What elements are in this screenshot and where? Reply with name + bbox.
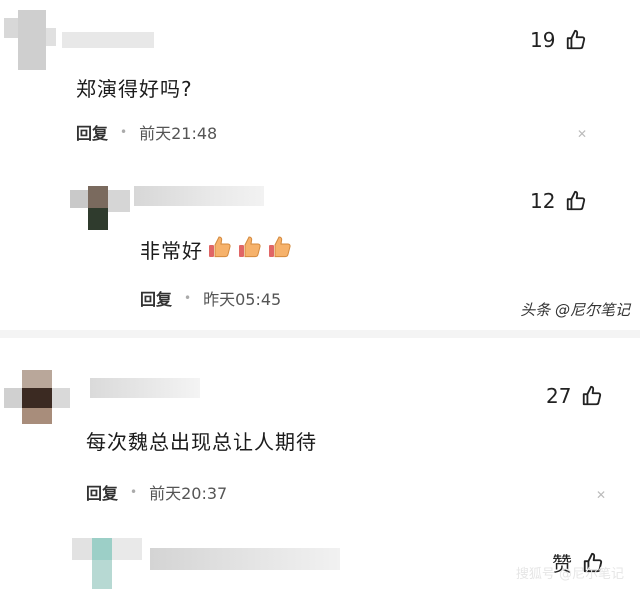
avatar[interactable] — [72, 528, 142, 589]
emoji-group — [207, 235, 297, 264]
avatar[interactable] — [70, 186, 130, 230]
timestamp: 前天21:48 — [139, 124, 218, 143]
comment-text: 非常好 — [140, 235, 297, 264]
separator-dot: • — [130, 485, 138, 499]
username-blurred[interactable] — [134, 186, 264, 206]
avatar[interactable] — [4, 370, 70, 424]
reply-button[interactable]: 回复 — [76, 120, 108, 144]
thumbs-up-emoji-icon — [207, 235, 233, 264]
like-count: 12 — [530, 189, 556, 213]
separator-dot: • — [184, 291, 192, 305]
timestamp: 前天20:37 — [149, 484, 228, 503]
username-blurred[interactable] — [150, 548, 340, 570]
section-divider — [0, 330, 640, 338]
like-count: 19 — [530, 28, 556, 52]
comment-panel-top: 19 郑演得好吗? 回复 • 前天21:48 ✕ 12 非常好 回复 • 昨天0… — [0, 0, 640, 330]
close-icon[interactable]: ✕ — [577, 127, 587, 141]
reply-button[interactable]: 回复 — [86, 480, 118, 504]
avatar[interactable] — [4, 10, 56, 70]
comment-meta: 回复 • 前天20:37 — [86, 480, 227, 504]
thumbs-up-emoji-icon — [267, 235, 293, 264]
comment-text: 郑演得好吗? — [76, 77, 193, 101]
like-button[interactable]: 27 — [546, 384, 603, 408]
comment-panel-bottom: 27 每次魏总出现总让人期待 回复 • 前天20:37 ✕ 赞 — [0, 338, 640, 589]
like-button[interactable]: 19 — [530, 28, 587, 52]
thumbs-up-icon — [581, 385, 603, 407]
separator-dot: • — [120, 125, 128, 139]
bottom-watermark: 搜狐号 @尼尔笔记 — [515, 567, 624, 582]
username-blurred[interactable] — [62, 32, 154, 48]
thumbs-up-icon — [565, 190, 587, 212]
timestamp: 昨天05:45 — [203, 290, 282, 309]
comment-text: 每次魏总出现总让人期待 — [86, 430, 317, 454]
thumbs-up-emoji-icon — [237, 235, 263, 264]
thumbs-up-icon — [565, 29, 587, 51]
close-icon[interactable]: ✕ — [596, 488, 606, 502]
comment-meta: 回复 • 前天21:48 — [76, 120, 217, 144]
comment-meta: 回复 • 昨天05:45 — [140, 286, 281, 310]
like-count: 27 — [546, 384, 572, 408]
reply-button[interactable]: 回复 — [140, 286, 172, 310]
watermark: 头条 @尼尔笔记 — [520, 301, 630, 319]
username-blurred[interactable] — [90, 378, 200, 398]
comment-text-label: 非常好 — [140, 239, 203, 263]
like-button[interactable]: 12 — [530, 189, 587, 213]
